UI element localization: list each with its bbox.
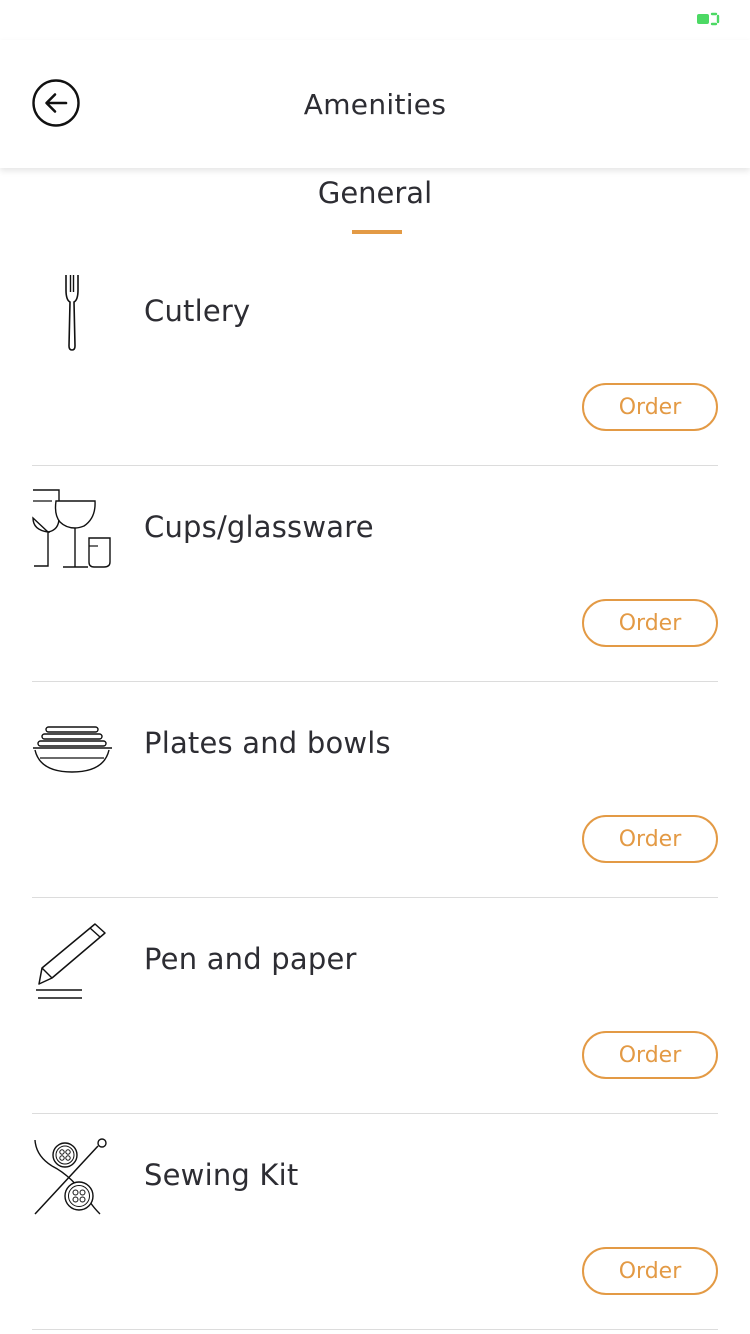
order-button[interactable]: Order bbox=[582, 1247, 718, 1295]
fork-icon bbox=[65, 275, 79, 351]
divider bbox=[32, 1329, 718, 1330]
list-item: Cutlery Order bbox=[32, 250, 718, 466]
glassware-icon bbox=[32, 489, 111, 568]
list-item: Pen and paper Order bbox=[32, 898, 718, 1114]
tab-general-label: General bbox=[317, 176, 433, 210]
item-label: Cutlery bbox=[144, 294, 251, 328]
status-bar bbox=[0, 0, 750, 40]
order-button[interactable]: Order bbox=[582, 815, 718, 863]
order-button[interactable]: Order bbox=[582, 1031, 718, 1079]
page-title: Amenities bbox=[303, 88, 447, 121]
order-button[interactable]: Order bbox=[582, 383, 718, 431]
item-label: Plates and bowls bbox=[144, 726, 391, 760]
active-tab-indicator bbox=[352, 230, 402, 234]
item-label: Pen and paper bbox=[144, 942, 357, 976]
list-item: Sewing Kit Order bbox=[32, 1114, 718, 1330]
sewing-kit-icon bbox=[34, 1138, 107, 1215]
pen-paper-icon bbox=[36, 923, 106, 999]
plates-bowls-icon bbox=[33, 726, 112, 773]
item-label: Cups/glassware bbox=[144, 510, 374, 544]
list-item: Cups/glassware Order bbox=[32, 466, 718, 682]
battery-charging-icon bbox=[697, 12, 720, 26]
tab-general[interactable]: General bbox=[0, 176, 750, 240]
order-button[interactable]: Order bbox=[582, 599, 718, 647]
item-label: Sewing Kit bbox=[144, 1158, 299, 1192]
list-item: Plates and bowls Order bbox=[32, 682, 718, 898]
header: Amenities bbox=[0, 40, 750, 168]
